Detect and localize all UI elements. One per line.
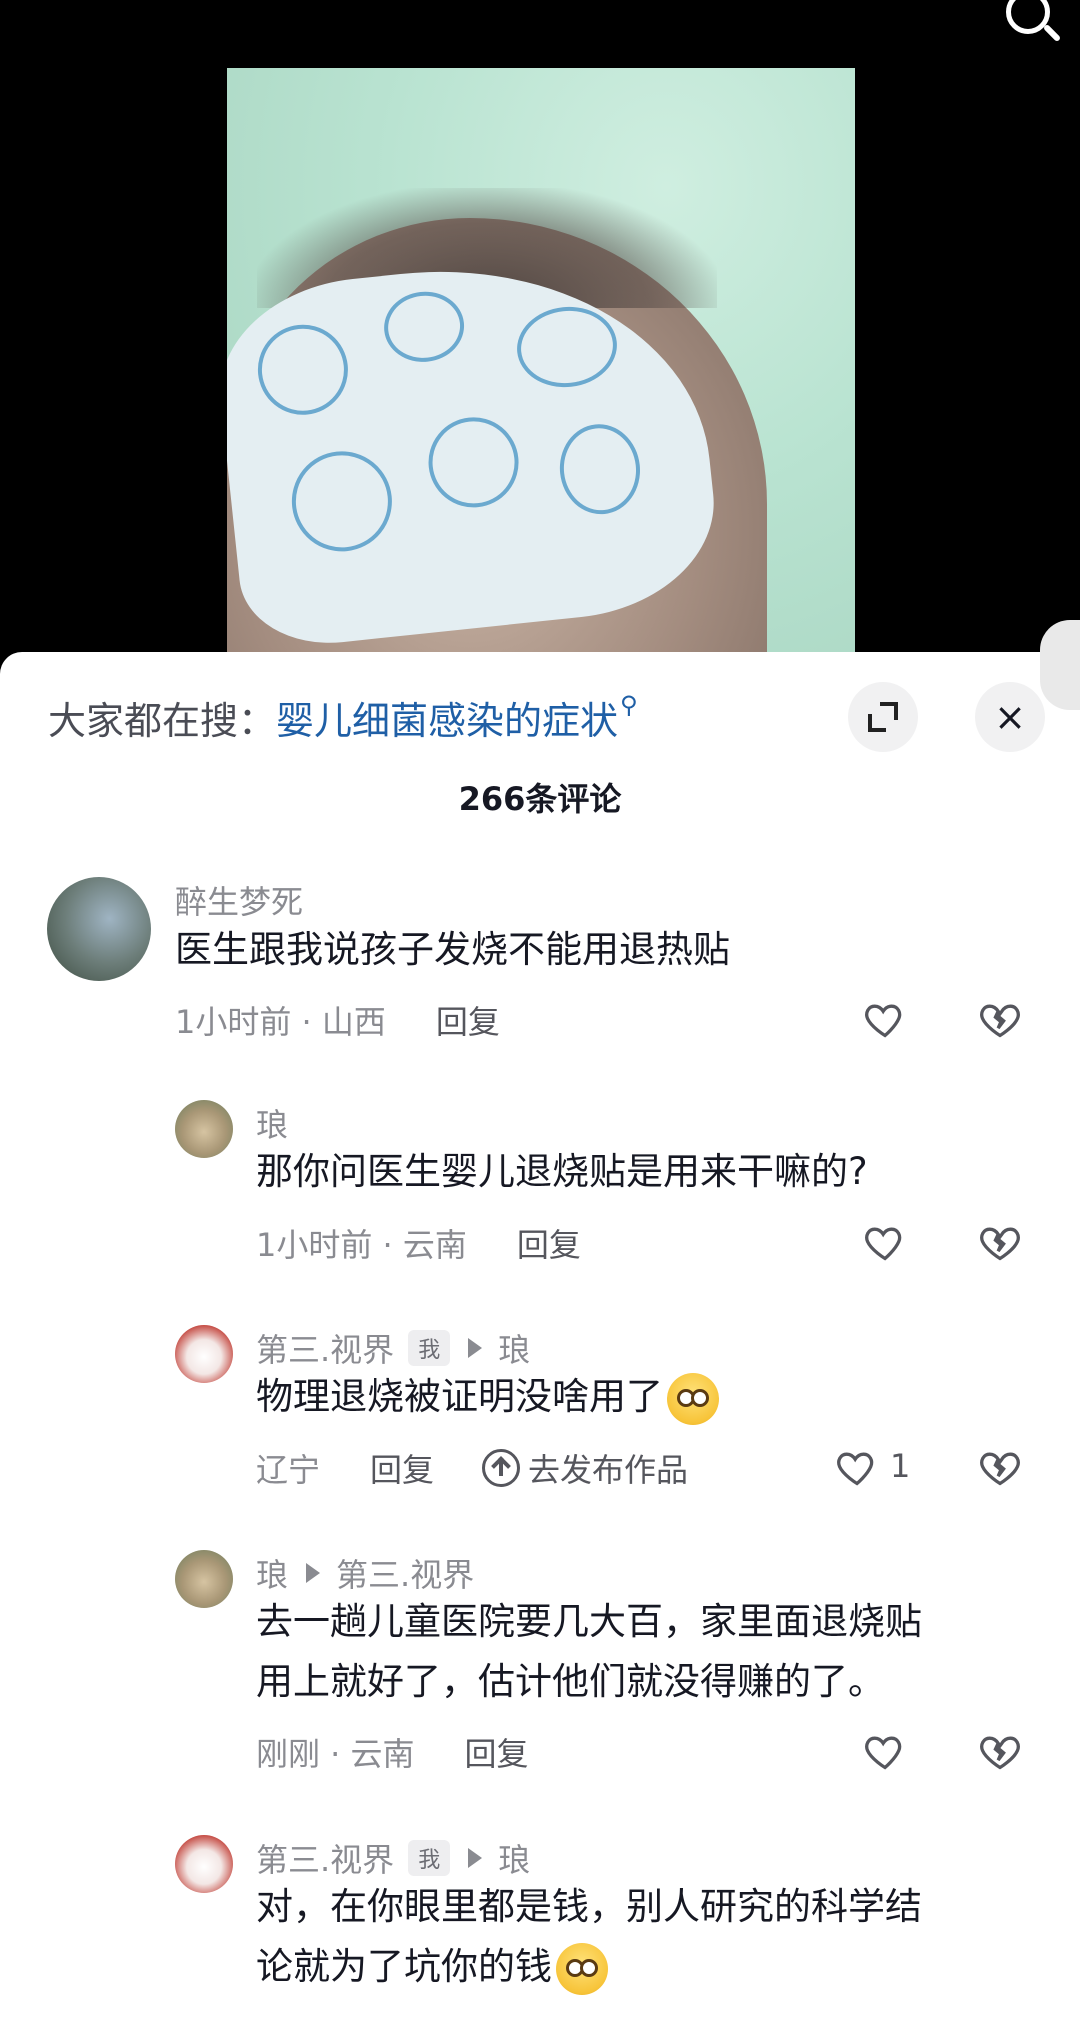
video-player[interactable] bbox=[0, 0, 1080, 660]
search-icon[interactable] bbox=[1006, 0, 1050, 34]
close-button[interactable]: × bbox=[975, 682, 1045, 752]
reply-to-username[interactable]: 琅 bbox=[498, 1325, 530, 1371]
reply-to-username[interactable]: 琅 bbox=[498, 1835, 530, 1881]
like-icon[interactable] bbox=[863, 1729, 907, 1773]
trending-search-prefix: 大家都在搜： bbox=[48, 698, 277, 743]
avatar[interactable] bbox=[175, 1835, 233, 1893]
avatar[interactable] bbox=[47, 877, 151, 981]
expand-button[interactable] bbox=[848, 682, 918, 752]
comment-username[interactable]: 第三.视界 bbox=[256, 1835, 394, 1881]
reply-button[interactable]: 回复 bbox=[517, 1220, 581, 1266]
comment-meta: 1小时前 · 云南 回复 bbox=[256, 1220, 581, 1266]
comment-text-line: 去一趟儿童医院要几大百，家里面退烧贴 bbox=[256, 1600, 922, 1643]
comment-username[interactable]: 第三.视界 bbox=[256, 1325, 394, 1371]
comment-text-line: 对，在你眼里都是钱，别人研究的科学结 bbox=[256, 1885, 922, 1928]
upload-icon bbox=[482, 1449, 521, 1487]
comment-username-row: 第三.视界 我 琅 bbox=[256, 1835, 530, 1881]
reply-arrow-icon bbox=[468, 1338, 483, 1358]
comment-text-line: 论就为了坑你的钱 bbox=[256, 1945, 552, 1988]
like-icon[interactable] bbox=[863, 997, 907, 1041]
avatar[interactable] bbox=[175, 1550, 233, 1608]
comment-text: 那你问医生婴儿退烧贴是用来干嘛的? bbox=[256, 1150, 868, 1193]
dislike-icon[interactable] bbox=[978, 1445, 1022, 1489]
publish-work-label: 去发布作品 bbox=[528, 1451, 689, 1489]
comment-username-row: 第三.视界 我 琅 bbox=[256, 1325, 530, 1371]
comment-location: 辽宁 bbox=[256, 1451, 321, 1489]
reply-button[interactable]: 回复 bbox=[436, 997, 500, 1043]
reply-button[interactable]: 回复 bbox=[465, 1729, 529, 1775]
comment-text: 医生跟我说孩子发烧不能用退热贴 bbox=[175, 928, 730, 971]
comment-text-line: 用上就好了，估计他们就没得赚的了。 bbox=[256, 1660, 885, 1703]
comment-time: 1小时前 · 山西 bbox=[175, 1003, 386, 1041]
dislike-icon[interactable] bbox=[978, 1220, 1022, 1264]
comment-text: 物理退烧被证明没啥用了 bbox=[256, 1375, 663, 1418]
comment-text-row: 论就为了坑你的钱 bbox=[256, 1937, 608, 1997]
like-icon[interactable] bbox=[863, 1220, 907, 1264]
me-badge: 我 bbox=[408, 1840, 451, 1876]
comment-username[interactable]: 琅 bbox=[256, 1550, 288, 1596]
comment-meta: 1小时前 · 山西 回复 bbox=[175, 997, 500, 1043]
dizzy-face-emoji-icon bbox=[667, 1372, 719, 1425]
avatar[interactable] bbox=[175, 1100, 233, 1158]
comment-sheet: 大家都在搜： 婴儿细菌感染的症状 ⚲ × 266条评论 醉生梦死 医生跟我说孩子… bbox=[0, 652, 1080, 2035]
reply-to-username[interactable]: 第三.视界 bbox=[336, 1550, 474, 1596]
search-icon: ⚲ bbox=[620, 691, 638, 719]
like-count: 1 bbox=[890, 1447, 911, 1485]
video-frame bbox=[227, 68, 855, 660]
trending-search-term[interactable]: 婴儿细菌感染的症状 bbox=[276, 690, 618, 745]
comment-meta: 辽宁 回复 去发布作品 bbox=[256, 1445, 688, 1491]
comment-text-row: 物理退烧被证明没啥用了 bbox=[256, 1367, 719, 1427]
dislike-icon[interactable] bbox=[978, 997, 1022, 1041]
trending-search[interactable]: 大家都在搜： 婴儿细菌感染的症状 ⚲ bbox=[48, 690, 638, 745]
me-badge: 我 bbox=[408, 1330, 451, 1366]
comment-count: 266条评论 bbox=[458, 780, 622, 818]
side-float-button[interactable] bbox=[1040, 620, 1080, 710]
comment-username[interactable]: 醉生梦死 bbox=[175, 877, 303, 923]
comment-username-row: 琅 第三.视界 bbox=[256, 1550, 474, 1596]
comment-username[interactable]: 琅 bbox=[256, 1100, 288, 1146]
comment-time: 1小时前 · 云南 bbox=[256, 1226, 467, 1264]
close-icon: × bbox=[994, 695, 1026, 739]
dislike-icon[interactable] bbox=[978, 1729, 1022, 1773]
comment-time: 刚刚 · 云南 bbox=[256, 1735, 415, 1773]
comment-meta: 刚刚 · 云南 回复 bbox=[256, 1729, 529, 1775]
like-icon[interactable] bbox=[835, 1445, 879, 1489]
expand-icon bbox=[868, 702, 898, 732]
reply-button[interactable]: 回复 bbox=[370, 1445, 434, 1491]
reply-arrow-icon bbox=[306, 1563, 321, 1583]
avatar[interactable] bbox=[175, 1325, 233, 1383]
publish-work-button[interactable]: 去发布作品 bbox=[482, 1445, 688, 1491]
dizzy-face-emoji-icon bbox=[556, 1942, 608, 1995]
reply-arrow-icon bbox=[468, 1848, 483, 1868]
